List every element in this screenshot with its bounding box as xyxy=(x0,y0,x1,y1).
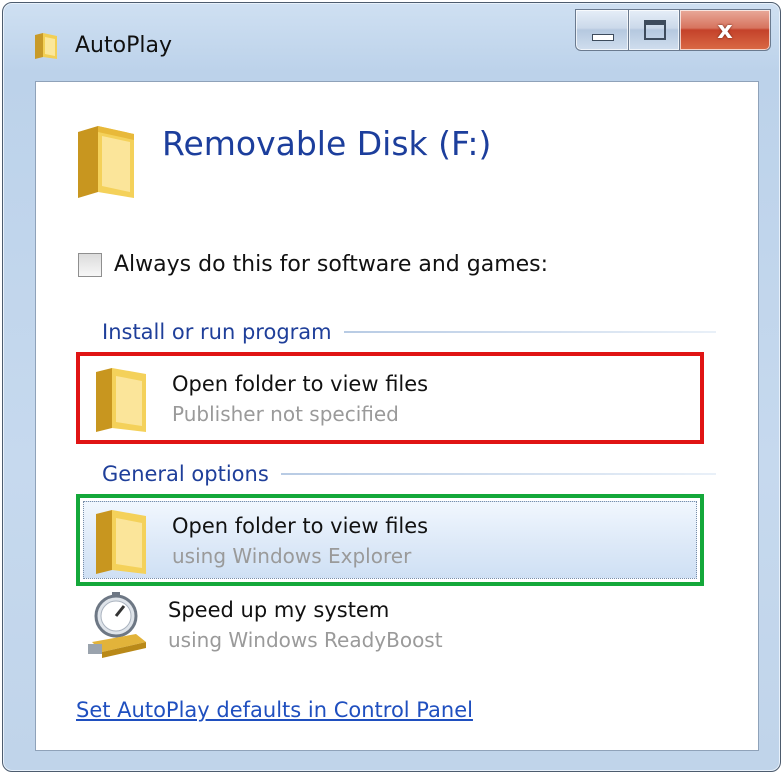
folder-icon xyxy=(78,126,134,198)
folder-icon xyxy=(35,33,57,59)
device-title: Removable Disk (F:) xyxy=(162,124,492,163)
folder-icon xyxy=(96,368,146,432)
option-title: Open folder to view files xyxy=(172,372,429,396)
option-title: Speed up my system xyxy=(168,598,390,622)
folder-icon xyxy=(96,510,146,574)
minimize-icon xyxy=(592,34,614,41)
general-group-header: General options xyxy=(102,462,716,486)
minimize-button[interactable] xyxy=(575,9,629,51)
install-group-label: Install or run program xyxy=(102,320,332,344)
option-title: Open folder to view files xyxy=(172,514,429,538)
always-do-this-checkbox-row[interactable]: Always do this for software and games: xyxy=(78,252,548,277)
group-divider xyxy=(280,473,716,475)
readyboost-icon xyxy=(88,592,146,658)
close-button[interactable]: x xyxy=(680,9,771,51)
close-icon: x xyxy=(717,16,733,44)
autoplay-window: AutoPlay x Removable Disk (F:) Always do… xyxy=(2,2,781,772)
always-do-this-checkbox[interactable] xyxy=(78,252,102,277)
dialog-content: Removable Disk (F:) Always do this for s… xyxy=(35,81,759,751)
option-subtitle: Publisher not specified xyxy=(172,402,399,426)
general-group-label: General options xyxy=(102,462,269,486)
autoplay-defaults-link[interactable]: Set AutoPlay defaults in Control Panel xyxy=(76,698,473,722)
option-speed-up-readyboost[interactable]: Speed up my system using Windows ReadyBo… xyxy=(76,582,696,666)
option-open-folder-install[interactable]: Open folder to view files Publisher not … xyxy=(76,352,704,444)
window-title: AutoPlay xyxy=(75,33,172,58)
always-do-this-label: Always do this for software and games: xyxy=(114,252,549,277)
install-group-header: Install or run program xyxy=(102,320,716,344)
maximize-button[interactable] xyxy=(629,9,680,51)
option-open-folder-explorer[interactable]: Open folder to view files using Windows … xyxy=(76,494,704,586)
option-subtitle: using Windows ReadyBoost xyxy=(168,628,443,652)
group-divider xyxy=(343,331,716,333)
option-subtitle: using Windows Explorer xyxy=(172,544,412,568)
maximize-icon xyxy=(644,20,666,40)
caption-buttons: x xyxy=(575,9,771,57)
